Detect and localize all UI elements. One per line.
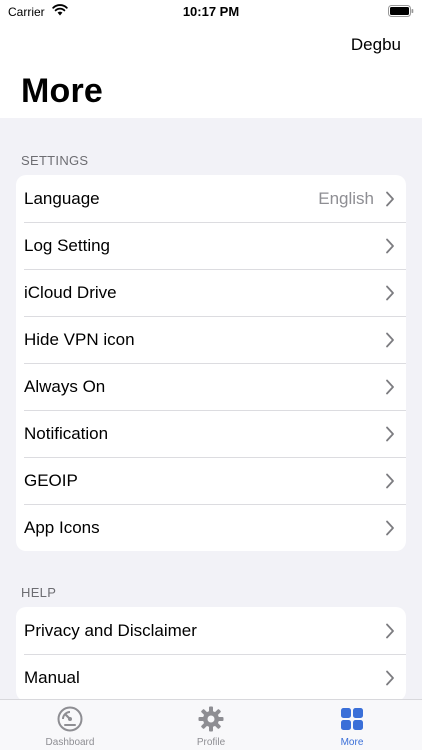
row-label: App Icons bbox=[24, 517, 100, 537]
row-label: iCloud Drive bbox=[24, 282, 117, 302]
chevron-right-icon bbox=[386, 623, 394, 639]
tab-dashboard[interactable]: Dashboard bbox=[0, 700, 140, 750]
navigation-header: Degbu More bbox=[0, 24, 422, 118]
settings-row-log-setting[interactable]: Log Setting bbox=[16, 222, 406, 269]
settings-row-hide-vpn-icon[interactable]: Hide VPN icon bbox=[16, 316, 406, 363]
gear-icon bbox=[198, 706, 224, 732]
help-group: Privacy and Disclaimer Manual bbox=[16, 607, 406, 701]
chevron-right-icon bbox=[386, 473, 394, 489]
settings-section-header: SETTINGS bbox=[21, 153, 89, 168]
chevron-right-icon bbox=[386, 332, 394, 348]
tab-bar: Dashboard Profile More bbox=[0, 699, 422, 750]
tab-label: Dashboard bbox=[45, 737, 95, 748]
tab-label: More bbox=[340, 737, 364, 748]
row-label: GEOIP bbox=[24, 470, 78, 490]
dashboard-gauge-icon bbox=[57, 706, 83, 732]
row-value: English bbox=[318, 188, 374, 208]
row-label: Privacy and Disclaimer bbox=[24, 620, 197, 640]
chevron-right-icon bbox=[386, 670, 394, 686]
chevron-right-icon bbox=[386, 191, 394, 207]
status-bar: Carrier 10:17 PM bbox=[0, 0, 422, 24]
tab-label: Profile bbox=[196, 737, 226, 748]
help-row-privacy-disclaimer[interactable]: Privacy and Disclaimer bbox=[16, 607, 406, 654]
debug-button[interactable]: Degbu bbox=[351, 35, 401, 55]
page-title: More bbox=[21, 72, 104, 110]
row-label: Log Setting bbox=[24, 235, 111, 255]
help-section-header: HELP bbox=[21, 585, 57, 600]
settings-row-app-icons[interactable]: App Icons bbox=[16, 504, 406, 551]
settings-row-notification[interactable]: Notification bbox=[16, 410, 406, 457]
chevron-right-icon bbox=[386, 426, 394, 442]
chevron-right-icon bbox=[386, 520, 394, 536]
help-row-manual[interactable]: Manual bbox=[16, 654, 406, 701]
row-label: Notification bbox=[24, 423, 109, 443]
row-label: Always On bbox=[24, 376, 106, 396]
status-time: 10:17 PM bbox=[182, 4, 240, 19]
tab-profile[interactable]: Profile bbox=[141, 700, 281, 750]
chevron-right-icon bbox=[386, 379, 394, 395]
row-label: Manual bbox=[24, 667, 80, 687]
settings-group: Language English Log Setting iCloud Driv… bbox=[16, 175, 406, 551]
row-label: Hide VPN icon bbox=[24, 329, 135, 349]
settings-row-geoip[interactable]: GEOIP bbox=[16, 457, 406, 504]
settings-row-icloud-drive[interactable]: iCloud Drive bbox=[16, 269, 406, 316]
battery-icon bbox=[388, 5, 414, 17]
settings-row-always-on[interactable]: Always On bbox=[16, 363, 406, 410]
chevron-right-icon bbox=[386, 238, 394, 254]
chevron-right-icon bbox=[386, 285, 394, 301]
tab-more[interactable]: More bbox=[282, 700, 422, 750]
row-label: Language bbox=[24, 188, 100, 208]
grid-icon bbox=[341, 708, 363, 730]
settings-row-language[interactable]: Language English bbox=[16, 175, 406, 222]
